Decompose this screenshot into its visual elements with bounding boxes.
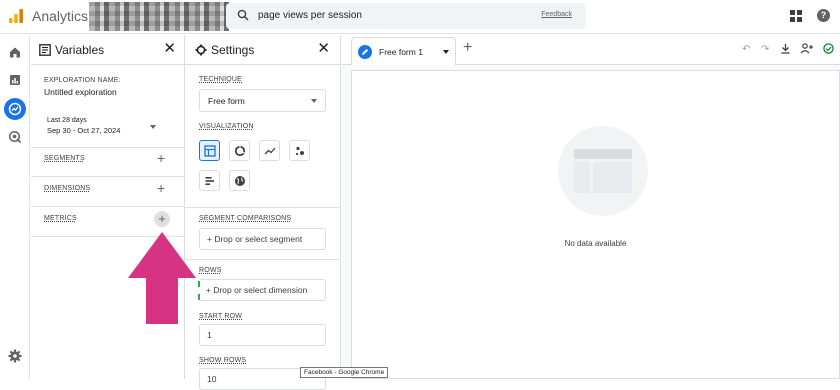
add-tab-button[interactable]: +: [463, 40, 472, 56]
top-bar: Analytics page views per session Feedbac…: [0, 0, 840, 34]
exploration-canvas: Free form 1 + ↶ ↷ No data available: [342, 35, 840, 379]
share-user-icon[interactable]: [800, 43, 813, 54]
date-range-caret-icon: [150, 125, 156, 129]
scatter-plot-icon: [295, 146, 304, 156]
add-dimension-icon[interactable]: +: [157, 181, 165, 195]
pointing-arrow-annotation: [128, 232, 196, 324]
redo-icon[interactable]: ↷: [761, 44, 769, 55]
divider: [31, 206, 185, 207]
advertising-icon[interactable]: [7, 129, 23, 145]
no-data-message: No data available: [564, 239, 627, 248]
metrics-label: METRICS: [44, 215, 77, 222]
segment-drop-zone[interactable]: + Drop or select segment: [199, 228, 326, 250]
date-range-value: Sep 30 - Oct 27, 2024: [47, 126, 121, 135]
technique-caret-icon: [311, 99, 317, 103]
show-rows-value: 10: [207, 374, 217, 384]
tab-menu-caret-icon[interactable]: [443, 50, 449, 54]
variables-icon: [39, 44, 51, 56]
explore-icon: [8, 102, 22, 116]
viz-donut-button[interactable]: [229, 140, 250, 161]
dimension-drop-text: + Drop or select dimension: [206, 285, 308, 295]
empty-state-illustration: [558, 126, 648, 216]
dimension-drop-zone[interactable]: + Drop or select dimension: [198, 279, 326, 301]
variables-panel: Variables ✕ EXPLORATION NAME: Untitled e…: [31, 35, 185, 379]
donut-chart-icon: [234, 145, 246, 157]
download-icon[interactable]: [780, 43, 791, 54]
variables-title: Variables: [55, 43, 105, 57]
search-bar[interactable]: page views per session Feedback: [226, 3, 586, 29]
search-icon: [237, 9, 249, 21]
help-icon[interactable]: ?: [817, 9, 830, 22]
tab-label: Free form 1: [379, 47, 423, 57]
date-range-picker[interactable]: Last 28 days Sep 30 - Oct 27, 2024: [44, 117, 156, 139]
redacted-account-area: [89, 2, 229, 31]
settings-header: Settings ✕: [185, 35, 340, 65]
home-icon[interactable]: [7, 44, 23, 60]
feedback-link[interactable]: Feedback: [541, 11, 572, 18]
analytics-logo-icon[interactable]: [8, 8, 24, 24]
window-tooltip: Facebook - Google Chrome: [300, 367, 389, 378]
line-chart-icon: [264, 147, 276, 155]
technique-value: Free form: [208, 96, 245, 106]
start-row-input[interactable]: 1: [199, 324, 326, 346]
start-row-value: 1: [207, 330, 212, 340]
search-query[interactable]: page views per session: [258, 10, 362, 21]
bar-chart-icon: [205, 177, 214, 185]
segment-drop-text: + Drop or select segment: [207, 234, 303, 244]
tab-bar: Free form 1 + ↶ ↷: [342, 35, 840, 65]
add-metric-button[interactable]: +: [154, 211, 170, 227]
add-segment-icon[interactable]: +: [157, 151, 165, 165]
table-icon: [204, 145, 216, 157]
settings-gear-icon: [195, 44, 207, 56]
segments-label: SEGMENTS: [44, 155, 85, 162]
viz-line-button[interactable]: [259, 140, 280, 161]
segment-comparisons-label: SEGMENT COMPARISONS: [199, 215, 292, 222]
apps-grid-icon[interactable]: [790, 10, 802, 22]
tab-free-form-1[interactable]: Free form 1: [351, 37, 456, 65]
settings-panel: Settings ✕ TECHNIQUE Free form VISUALIZA…: [185, 35, 341, 390]
segment-drop-label: Drop or select segment: [214, 234, 303, 244]
close-settings-icon[interactable]: ✕: [317, 41, 330, 56]
admin-gear-icon[interactable]: [7, 348, 23, 364]
date-range-label: Last 28 days: [47, 117, 87, 124]
globe-icon: [235, 176, 245, 186]
viz-bar-button[interactable]: [199, 170, 220, 191]
variables-header: Variables ✕: [31, 35, 184, 65]
dimensions-label: DIMENSIONS: [44, 185, 91, 192]
close-variables-icon[interactable]: ✕: [163, 41, 176, 56]
show-rows-label: SHOW ROWS: [199, 357, 247, 364]
exploration-name-label: EXPLORATION NAME:: [44, 77, 121, 84]
viz-table-button[interactable]: [199, 140, 220, 161]
divider: [185, 207, 341, 208]
edit-pencil-icon[interactable]: [358, 45, 372, 59]
visualization-label: VISUALIZATION: [199, 123, 254, 130]
explore-nav-active[interactable]: [4, 98, 26, 120]
viz-geo-button[interactable]: [229, 170, 250, 191]
app-title: Analytics: [32, 8, 89, 24]
rows-label: ROWS: [199, 267, 222, 274]
settings-title: Settings: [211, 43, 255, 57]
exploration-name-input[interactable]: Untitled exploration: [44, 87, 117, 97]
drop-indicator: [198, 281, 200, 300]
start-row-label: START ROW: [199, 313, 243, 320]
divider: [185, 259, 341, 260]
undo-icon[interactable]: ↶: [742, 44, 750, 55]
viz-scatter-button[interactable]: [289, 140, 310, 161]
divider: [31, 176, 185, 177]
divider: [31, 147, 185, 148]
check-status-icon[interactable]: [823, 43, 834, 54]
left-nav-rail: [0, 35, 30, 379]
tab-content-area: No data available: [351, 70, 840, 379]
technique-select[interactable]: Free form: [199, 89, 326, 112]
technique-label: TECHNIQUE: [199, 76, 243, 83]
dimension-drop-label: Drop or select dimension: [213, 285, 308, 295]
reports-icon[interactable]: [7, 72, 23, 88]
